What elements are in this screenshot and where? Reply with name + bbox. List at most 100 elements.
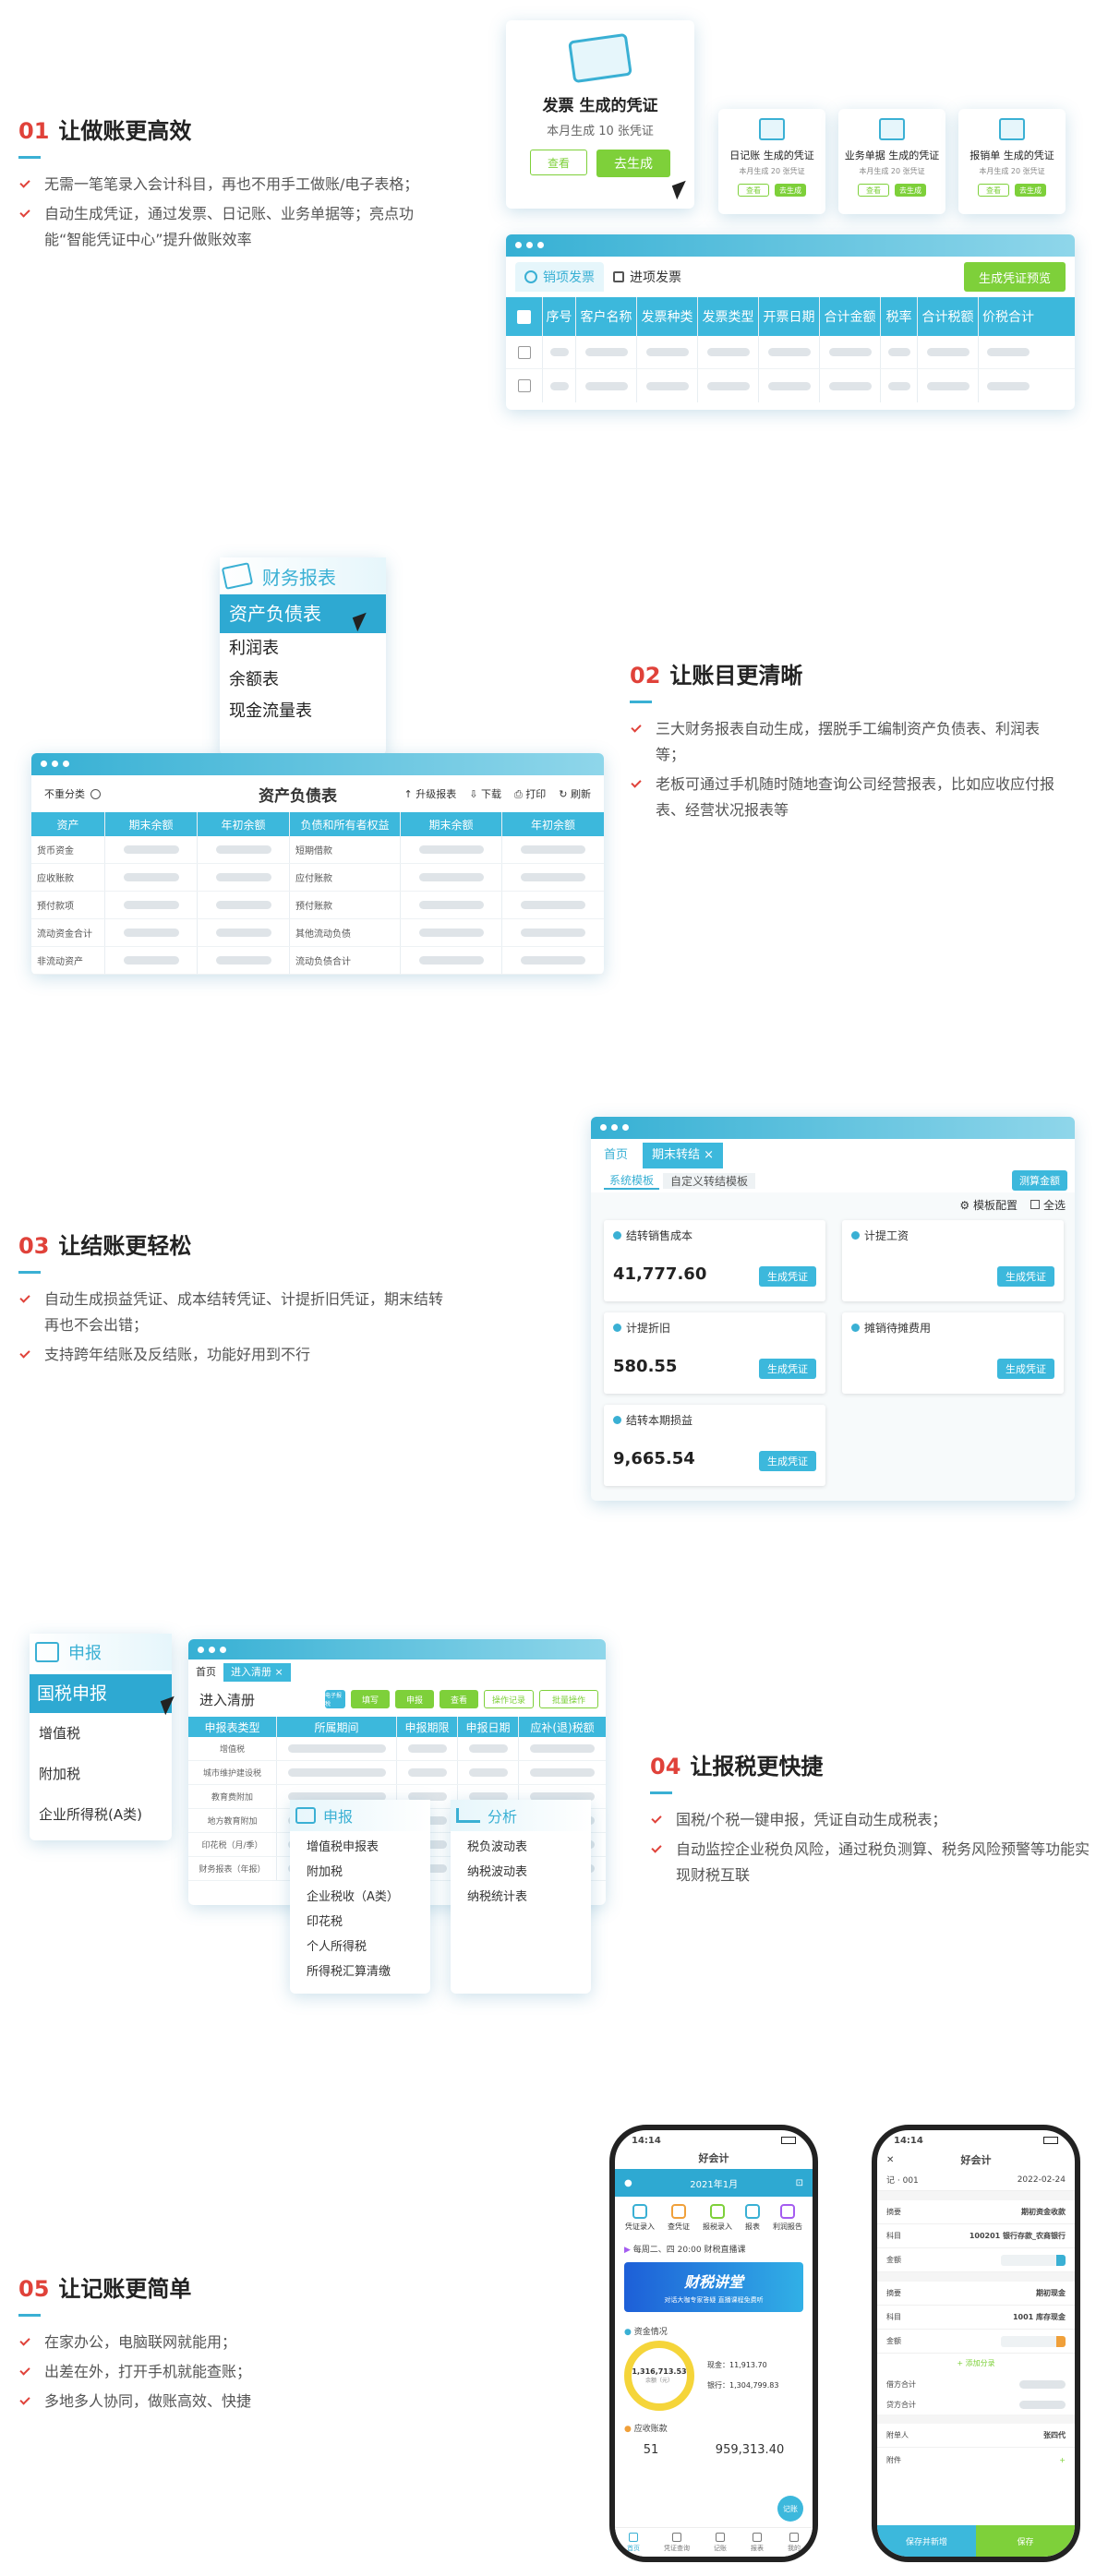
fill-button[interactable]: 填写 [351, 1690, 390, 1708]
table-row[interactable] [506, 369, 1075, 402]
declare-menu-item[interactable]: 所得税汇算清缴 [307, 1959, 430, 1984]
menu-item-income-tax[interactable]: 企业所得税(A类) [30, 1794, 172, 1835]
form-row[interactable]: 摘要 期初现金 [877, 2282, 1075, 2306]
declare-menu-item[interactable]: 个人所得税 [307, 1935, 430, 1959]
tab-period-close[interactable]: 期末转结 × [643, 1143, 724, 1168]
form-row[interactable]: 科目 100201 银行存款_农商银行 [877, 2224, 1075, 2248]
view-button[interactable]: 查看 [978, 184, 1009, 197]
bottom-tab[interactable]: 报表 [751, 2532, 764, 2553]
calc-amount-button[interactable]: 测算金额 [1012, 1170, 1067, 1191]
generate-voucher-button[interactable]: 生成凭证 [997, 1266, 1054, 1287]
form-row[interactable]: 金额 [877, 2248, 1075, 2272]
bottom-tab[interactable]: 首页 [627, 2532, 640, 2553]
generate-button[interactable]: 去生成 [895, 184, 926, 197]
tab-custom-template[interactable]: 自定义转结模板 [663, 1172, 756, 1189]
voucher-number[interactable]: 001 [903, 2176, 919, 2186]
select-all-checkbox[interactable] [517, 309, 531, 324]
select-all-checkbox[interactable]: 全选 [1030, 1197, 1066, 1213]
download-button[interactable]: ⇩ 下载 [469, 786, 501, 801]
reclassify-filter[interactable]: 不重分类 [44, 786, 85, 801]
operation-log-button[interactable]: 操作记录 [484, 1690, 534, 1708]
small-card-row: 日记账 生成的凭证 本月生成 20 张凭证 查看 去生成 业务单据 生成的凭证 本… [718, 109, 1066, 214]
table-row[interactable]: 货币资金 短期借款 [31, 836, 604, 864]
upgrade-report-button[interactable]: ↑ 升级报表 [404, 786, 457, 801]
bottom-tab[interactable]: 凭证查询 [664, 2532, 690, 2553]
generate-button[interactable]: 去生成 [775, 184, 806, 197]
quick-action[interactable]: 报税录入 [703, 2204, 732, 2232]
print-button[interactable]: ⎙ 打印 [514, 786, 546, 801]
voucher-preview-button[interactable]: 生成凭证预览 [964, 262, 1066, 292]
user-icon[interactable]: ● [624, 2178, 632, 2188]
amount-input[interactable] [1001, 2335, 1066, 2347]
view-button[interactable]: 查看 [530, 150, 587, 175]
form-row[interactable]: 摘要 期初资金收款 [877, 2200, 1075, 2224]
quick-action[interactable]: 报表 [745, 2204, 760, 2232]
close-icon[interactable]: × [700, 1148, 714, 1162]
view-button[interactable]: 查看 [738, 184, 769, 197]
template-config-button[interactable]: ⚙ 模板配置 [959, 1197, 1018, 1213]
voucher-date[interactable]: 2022-02-24 [1018, 2175, 1066, 2185]
table-row[interactable]: 应收账款 应付账款 [31, 864, 604, 892]
generate-button[interactable]: 去生成 [1015, 184, 1046, 197]
batch-operation-button[interactable]: 批量操作 [539, 1690, 598, 1708]
table-row[interactable]: 城市维护建设税 [188, 1761, 606, 1785]
analysis-menu-item[interactable]: 税负波动表 [467, 1835, 591, 1860]
table-row[interactable] [506, 336, 1075, 369]
close-icon[interactable]: × [271, 1666, 283, 1678]
menu-item-national-tax[interactable]: 国税申报 [30, 1674, 172, 1713]
generate-voucher-button[interactable]: 生成凭证 [997, 1359, 1054, 1379]
menu-item-income-statement[interactable]: 利润表 [220, 633, 386, 665]
tab-sales-invoice[interactable]: 销项发票 [515, 262, 604, 292]
table-row[interactable]: 流动资金合计 其他流动负债 [31, 919, 604, 947]
menu-item-cash-flow[interactable]: 现金流量表 [220, 696, 386, 727]
tab-home[interactable]: 首页 [604, 1143, 628, 1168]
quick-entry-button[interactable]: 记账 [777, 2496, 803, 2522]
quick-action[interactable]: 查凭证 [668, 2204, 690, 2232]
e-tax-button[interactable]: 电子报税 [325, 1690, 345, 1708]
quick-action[interactable]: 利润报告 [773, 2204, 802, 2232]
menu-item-trial-balance[interactable]: 余额表 [220, 665, 386, 696]
row-checkbox[interactable] [517, 345, 531, 359]
analysis-menu-item[interactable]: 纳税统计表 [467, 1885, 591, 1910]
generate-voucher-button[interactable]: 生成凭证 [759, 1451, 816, 1471]
view-button[interactable]: 查看 [440, 1690, 478, 1708]
row-checkbox[interactable] [517, 379, 531, 392]
period-selector[interactable]: 2021年1月 [690, 2176, 738, 2190]
bottom-tab[interactable]: 记账 [714, 2532, 727, 2553]
table-row[interactable]: 预付款项 预付账款 [31, 892, 604, 919]
analysis-menu-item[interactable]: 纳税波动表 [467, 1860, 591, 1885]
generate-voucher-button[interactable]: 生成凭证 [759, 1266, 816, 1287]
add-entry-button[interactable]: + 添加分录 [877, 2354, 1075, 2374]
tab-purchase-invoice[interactable]: 进项发票 [604, 262, 691, 292]
tab-home[interactable]: 首页 [196, 1663, 216, 1682]
save-button[interactable]: 保存 [976, 2525, 1075, 2557]
declare-button[interactable]: 申报 [395, 1690, 434, 1708]
form-row[interactable]: 金额 [877, 2330, 1075, 2354]
view-button[interactable]: 查看 [858, 184, 889, 197]
bottom-tab[interactable]: 我的 [788, 2532, 801, 2553]
tab-tax-clear[interactable]: 进入清册 × [223, 1663, 291, 1682]
menu-item-surtax[interactable]: 附加税 [30, 1754, 172, 1794]
add-attachment-icon[interactable]: + [1059, 2456, 1066, 2464]
scan-icon[interactable]: ⊡ [796, 2178, 803, 2188]
voucher-type[interactable]: 记 [886, 2176, 895, 2186]
form-row[interactable]: 科目 1001 库存现金 [877, 2306, 1075, 2330]
amount-input[interactable] [1001, 2254, 1066, 2266]
declare-menu-item[interactable]: 印花税 [307, 1910, 430, 1935]
save-and-new-button[interactable]: 保存并新增 [877, 2525, 976, 2557]
quick-action[interactable]: 凭证录入 [625, 2204, 655, 2232]
table-row[interactable]: 增值税 [188, 1737, 606, 1761]
refresh-button[interactable]: ↻ 刷新 [559, 786, 591, 801]
close-icon[interactable]: ✕ [886, 2155, 894, 2165]
live-class-banner[interactable]: 财税讲堂 对话大咖专家答疑 直播课程免费听 [624, 2262, 803, 2312]
generate-button[interactable]: 去生成 [596, 150, 670, 177]
tab-system-template[interactable]: 系统模板 [604, 1172, 660, 1190]
declare-menu-item[interactable]: 附加税 [307, 1860, 430, 1885]
table-row[interactable]: 非流动资产 流动负债合计 [31, 947, 604, 975]
attachment-row[interactable]: 附件 + [877, 2448, 1075, 2472]
form-row[interactable]: 附单人 张四代 [877, 2424, 1075, 2448]
menu-item-vat[interactable]: 增值税 [30, 1713, 172, 1754]
declare-menu-item[interactable]: 企业税收（A类） [307, 1885, 430, 1910]
generate-voucher-button[interactable]: 生成凭证 [759, 1359, 816, 1379]
declare-menu-item[interactable]: 增值税申报表 [307, 1835, 430, 1860]
